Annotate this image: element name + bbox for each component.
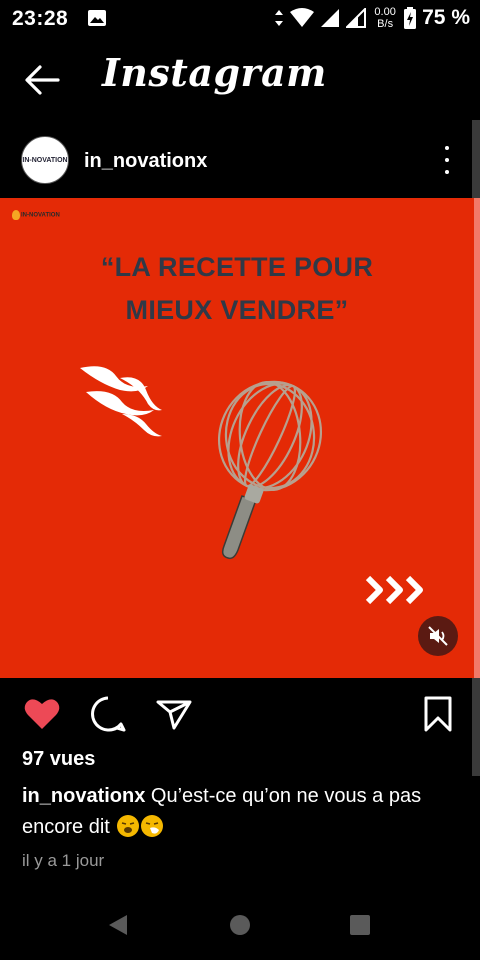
square-recents-icon — [350, 915, 370, 935]
network-speed-value: 0.00 — [374, 6, 396, 18]
post-caption: in_novationx Qu’est-ce qu’on ne vous a p… — [22, 781, 462, 843]
views-count[interactable]: 97 vues — [22, 748, 95, 771]
signal-icon — [346, 8, 367, 28]
circle-home-icon — [230, 915, 250, 935]
nav-back-button[interactable] — [103, 910, 133, 940]
whisk-graphic — [217, 380, 323, 560]
wavy-lines-graphic — [80, 366, 162, 437]
avatar-logo-text: IN-NOVATION — [22, 156, 68, 164]
post-media-edge — [474, 198, 480, 678]
network-speed-unit: B/s — [377, 18, 394, 30]
post-timestamp: il y a 1 jour — [22, 851, 105, 870]
network-speed: 0.00 B/s — [372, 6, 398, 30]
like-heart-icon[interactable] — [22, 694, 62, 734]
brand-watermark: IN-NOVATION — [12, 210, 60, 220]
post-actions — [0, 690, 480, 738]
signal-icon — [321, 9, 340, 27]
back-arrow-icon[interactable] — [22, 62, 62, 98]
post-headline-line1: “LA RECETTE POUR — [100, 252, 374, 282]
avatar[interactable]: IN-NOVATION — [21, 136, 69, 184]
post-headline-line2: MIEUX VENDRE” — [125, 295, 349, 325]
mute-button[interactable] — [418, 616, 458, 656]
status-time: 23:28 — [12, 7, 69, 30]
post-header: IN-NOVATION in_novationx — [0, 130, 480, 190]
instagram-logo: Instagram — [102, 50, 327, 95]
nav-home-button[interactable] — [225, 910, 255, 940]
triangle-back-icon — [109, 915, 127, 935]
share-send-icon[interactable] — [154, 694, 194, 734]
bookmark-icon[interactable] — [418, 694, 458, 734]
more-options-icon[interactable] — [440, 146, 454, 174]
post-media[interactable]: IN-NOVATION “LA RECETTE POUR MIEUX VENDR… — [0, 198, 474, 678]
app-header: Instagram — [0, 40, 480, 120]
weary-face-icon — [117, 815, 140, 837]
image-icon — [88, 10, 106, 26]
brand-watermark-text: IN-NOVATION — [21, 212, 60, 219]
post-headline: “LA RECETTE POUR MIEUX VENDRE” — [0, 246, 474, 332]
status-icons: 0.00 B/s 75 % — [274, 4, 470, 32]
battery-charging-icon — [404, 7, 417, 29]
next-arrows-graphic — [365, 575, 423, 605]
battery-percent: 75 % — [422, 6, 470, 29]
status-bar: 23:28 0.00 B/s 75 % — [0, 0, 480, 36]
system-nav-bar — [0, 890, 480, 960]
sneezing-face-icon — [141, 815, 164, 837]
caption-username[interactable]: in_novationx — [22, 785, 145, 807]
data-arrows-icon — [275, 10, 284, 26]
comment-icon[interactable] — [88, 694, 128, 734]
nav-recents-button[interactable] — [345, 910, 375, 940]
bulb-icon — [12, 210, 20, 220]
post-username[interactable]: in_novationx — [84, 150, 207, 173]
speaker-muted-icon — [428, 626, 448, 646]
wifi-icon — [290, 8, 315, 27]
